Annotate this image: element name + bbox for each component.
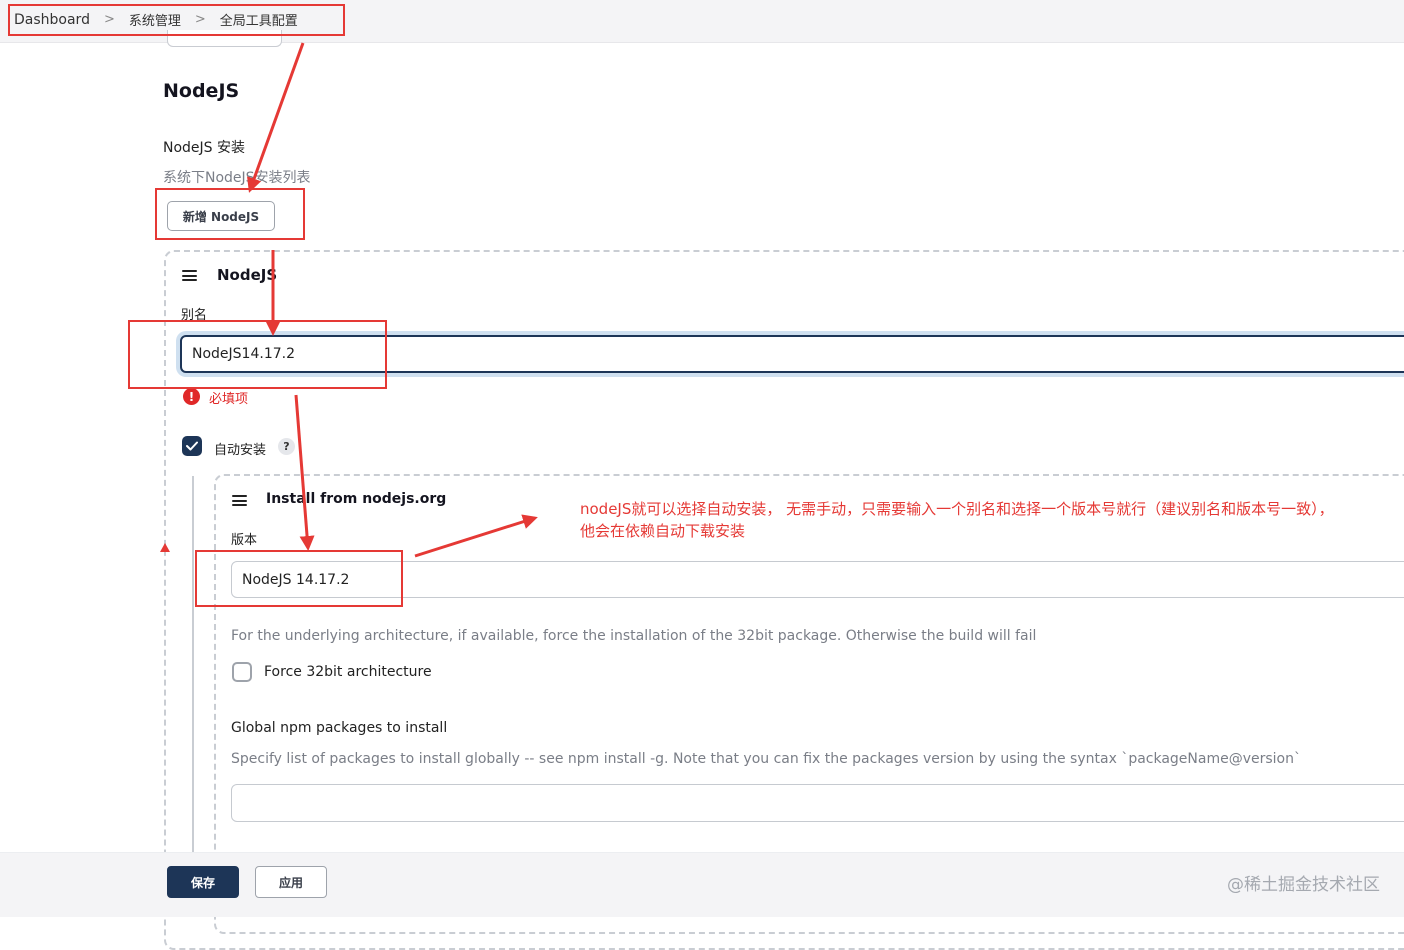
chevron-right-icon: > xyxy=(194,12,206,27)
breadcrumb-dashboard[interactable]: Dashboard xyxy=(14,12,90,28)
watermark: @稀土掘金技术社区 xyxy=(1227,875,1380,895)
help-icon[interactable]: ? xyxy=(278,438,295,455)
npm-packages-input[interactable] xyxy=(231,784,1404,822)
auto-install-checkbox[interactable] xyxy=(182,436,202,456)
drag-handle-icon[interactable] xyxy=(182,270,197,281)
npm-packages-label: Global npm packages to install xyxy=(231,720,448,736)
required-error-text: 必填项 xyxy=(209,392,249,407)
breadcrumb-system-management[interactable]: 系统管理 xyxy=(129,10,181,29)
section-title: NodeJS xyxy=(163,80,240,102)
annotation-line-1: nodeJS就可以选择自动安装， 无需手动，只需要输入一个别名和选择一个版本号就… xyxy=(580,500,1334,518)
npm-packages-description: Specify list of packages to install glob… xyxy=(231,751,1301,767)
version-label: 版本 xyxy=(231,533,258,548)
save-button[interactable]: 保存 xyxy=(167,866,239,898)
alias-label: 别名 xyxy=(181,308,208,323)
force32-label[interactable]: Force 32bit architecture xyxy=(264,664,432,680)
error-icon: ! xyxy=(183,388,200,405)
install-description: 系统下NodeJS安装列表 xyxy=(163,170,311,186)
arrow-up-icon xyxy=(160,543,170,552)
force32-description: For the underlying architecture, if avai… xyxy=(231,628,1037,644)
annotation-text: nodeJS就可以选择自动安装， 无需手动，只需要输入一个别名和选择一个版本号就… xyxy=(580,498,1400,542)
chevron-right-icon: > xyxy=(103,12,115,27)
installer-header: Install from nodejs.org xyxy=(266,491,447,507)
version-select[interactable]: NodeJS 14.17.2 xyxy=(231,561,1404,598)
previous-section-button[interactable] xyxy=(167,30,282,47)
installation-header: NodeJS xyxy=(217,266,278,284)
breadcrumb-global-tool-config[interactable]: 全局工具配置 xyxy=(220,10,298,29)
install-label: NodeJS 安装 xyxy=(163,140,246,156)
alias-input[interactable]: NodeJS14.17.2 xyxy=(180,335,1404,373)
drag-handle-icon[interactable] xyxy=(232,495,247,506)
force32-checkbox[interactable] xyxy=(232,662,252,682)
breadcrumb: Dashboard > 系统管理 > 全局工具配置 xyxy=(14,10,298,30)
nested-indent-line xyxy=(192,476,194,856)
annotation-line-2: 他会在依赖自动下载安装 xyxy=(580,522,746,540)
apply-button[interactable]: 应用 xyxy=(255,866,327,898)
auto-install-label[interactable]: 自动安装 xyxy=(214,439,266,458)
check-icon xyxy=(186,441,198,451)
add-nodejs-button[interactable]: 新增 NodeJS xyxy=(167,201,275,231)
